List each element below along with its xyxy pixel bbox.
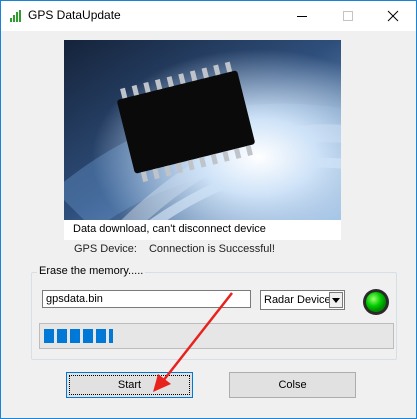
maximize-icon [343, 11, 353, 21]
signal-bars-icon [10, 10, 21, 22]
status-label: GPS Device: [74, 243, 137, 255]
chevron-down-icon [332, 298, 340, 303]
message-text: Data download, can't disconnect device [73, 223, 266, 235]
app-window: GPS DataUpdate Data download, can't disc… [0, 0, 417, 419]
start-button[interactable]: Start [66, 372, 193, 398]
dropdown-toggle[interactable] [329, 292, 343, 308]
message-panel: Data download, can't disconnect device [64, 220, 341, 240]
minimize-icon [297, 16, 307, 17]
device-status: GPS Device: Connection is Successful! [74, 243, 275, 255]
chip-banner-image [64, 40, 341, 220]
device-select-value: Radar Device: [264, 294, 334, 306]
maximize-button[interactable] [325, 1, 371, 31]
close-icon [387, 10, 399, 22]
progress-bar [39, 323, 394, 349]
group-legend: Erase the memory..... [37, 265, 146, 277]
title-bar[interactable]: GPS DataUpdate [1, 1, 416, 31]
file-name-input[interactable] [42, 290, 251, 308]
window-title: GPS DataUpdate [28, 8, 121, 22]
device-type-select[interactable]: Radar Device: [260, 290, 345, 310]
status-led-icon [363, 289, 389, 315]
status-value: Connection is Successful! [148, 243, 275, 255]
close-button[interactable]: Colse [229, 372, 356, 398]
minimize-button[interactable] [279, 1, 325, 31]
close-window-button[interactable] [370, 1, 416, 31]
progress-fill [44, 329, 113, 343]
